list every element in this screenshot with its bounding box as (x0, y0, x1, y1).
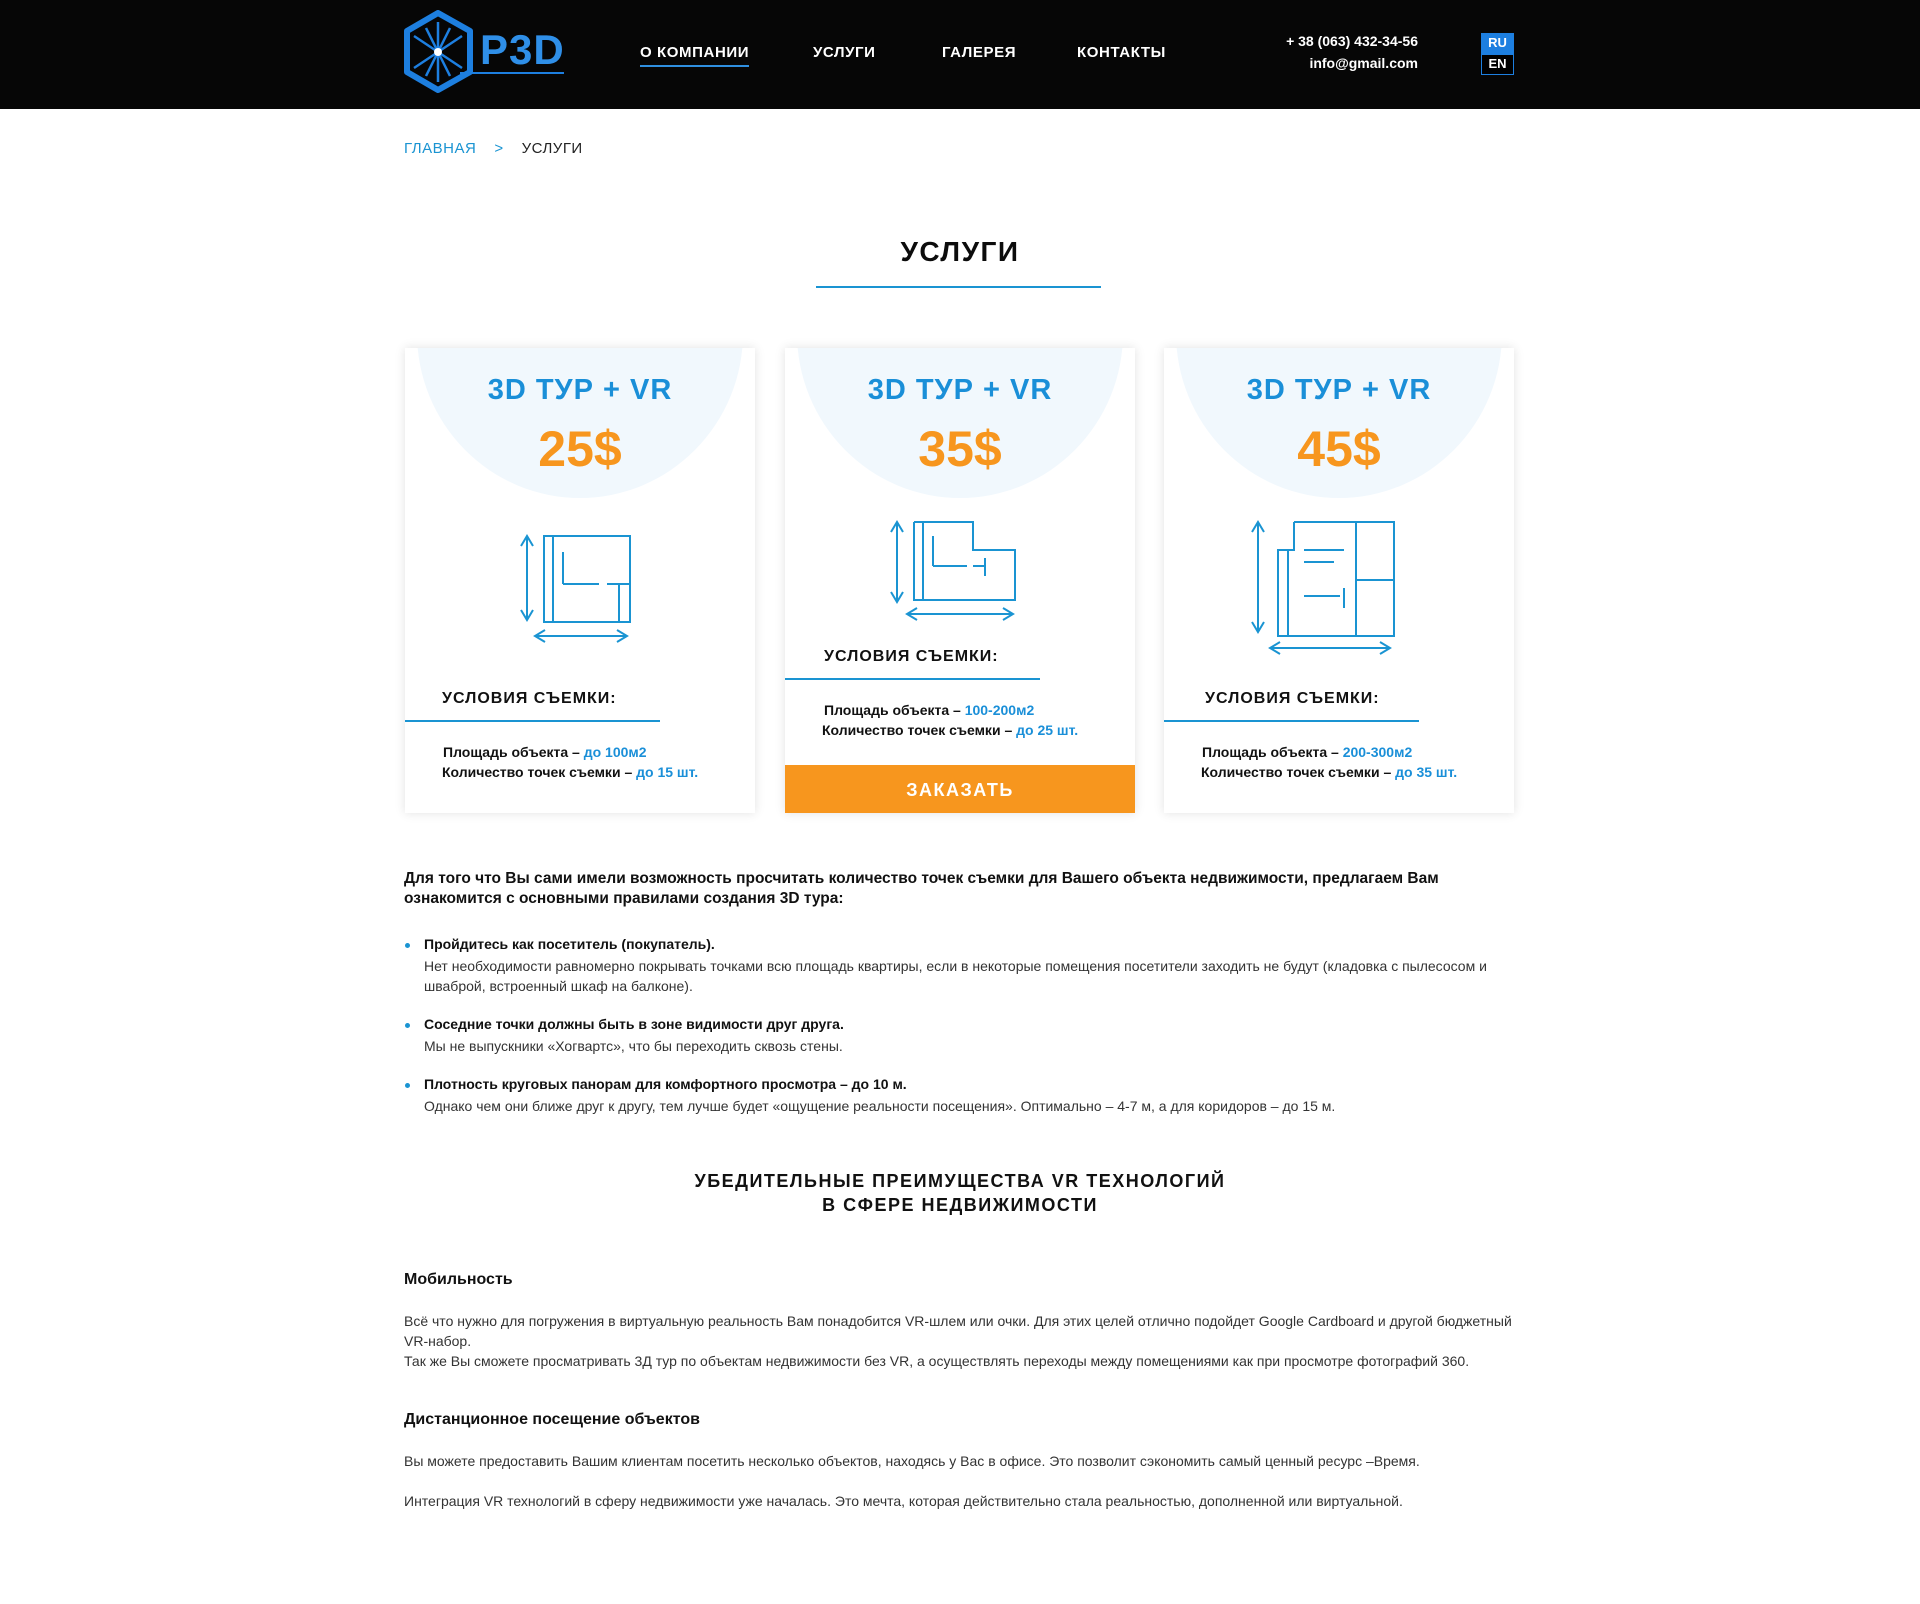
points-value: до 15 шт. (636, 764, 699, 780)
card-title: 3D ТУР + VR (1246, 374, 1432, 406)
bullet-dot (405, 1023, 410, 1028)
card-price: 25$ (538, 421, 622, 477)
points-value: до 35 шт. (1395, 764, 1458, 780)
area-row: Площадь объекта – до 100м2 (443, 744, 647, 760)
points-row: Количество точек съемки – до 35 шт. (1201, 764, 1457, 780)
pricing-card-standard: 3D ТУР + VR 35$ УСЛОВИЯ СЪЕМКИ: Площадь … (785, 348, 1135, 813)
breadcrumb-current: УСЛУГИ (521, 140, 583, 157)
section-paragraph: Так же Вы сможете просматривать 3Д тур п… (404, 1353, 1470, 1369)
rule-title: Пройдитесь как посетитель (покупатель). (424, 936, 715, 952)
intro-text: Для того что Вы сами имели возможность п… (404, 870, 1439, 907)
advantages-title-line2: В СФЕРЕ НЕДВИЖИМОСТИ (822, 1195, 1098, 1215)
area-value: 200-300м2 (1342, 744, 1413, 760)
page-title: УСЛУГИ (900, 236, 1020, 267)
area-label: Площадь объекта – (1202, 744, 1339, 760)
section-paragraph: Всё что нужно для погружения в виртуальн… (404, 1313, 1512, 1349)
breadcrumb-home[interactable]: ГЛАВНАЯ (404, 140, 476, 157)
nav-about[interactable]: О КОМПАНИИ (640, 44, 750, 67)
points-label: Количество точек съемки – (442, 764, 633, 780)
nav-contacts[interactable]: КОНТАКТЫ (1077, 44, 1166, 61)
card-title: 3D ТУР + VR (867, 374, 1053, 406)
card-price: 45$ (1297, 421, 1381, 477)
phone-number[interactable]: + 38 (063) 432-34-56 (1286, 33, 1418, 49)
email-address[interactable]: info@gmail.com (1309, 55, 1418, 71)
rule-text: Мы не выпускники «Хогвартс», что бы пере… (424, 1038, 843, 1054)
conditions-title: УСЛОВИЯ СЪЕМКИ: (824, 648, 999, 665)
rule-text: Нет необходимости равномерно покрывать т… (424, 958, 1487, 994)
points-label: Количество точек съемки – (1201, 764, 1392, 780)
area-label: Площадь объекта – (824, 702, 961, 718)
bullet-dot (405, 1083, 410, 1088)
points-value: до 25 шт. (1016, 722, 1079, 738)
conditions-underline (785, 678, 1040, 680)
breadcrumb-separator: > (494, 140, 504, 157)
advantages-title-line1: УБЕДИТЕЛЬНЫЕ ПРЕИМУЩЕСТВА VR ТЕХНОЛОГИЙ (694, 1171, 1226, 1191)
order-button[interactable]: ЗАКАЗАТЬ (785, 765, 1135, 813)
advantages-title: УБЕДИТЕЛЬНЫЕ ПРЕИМУЩЕСТВА VR ТЕХНОЛОГИЙ … (0, 1169, 1920, 1217)
floor-plan-small-icon (520, 534, 631, 643)
pricing-card-premium: 3D ТУР + VR 45$ УСЛОВИЯ СЪЕМКИ: Площадь … (1164, 348, 1514, 813)
card-price: 35$ (918, 421, 1002, 477)
pricing-card-basic: 3D ТУР + VR 25$ УСЛОВИЯ СЪЕМКИ: Площадь … (405, 348, 755, 813)
section-heading-remote-visit: Дистанционное посещение объектов (404, 1411, 700, 1428)
section-paragraph: Интеграция VR технологий в сферу недвижи… (404, 1493, 1403, 1509)
rule-text: Однако чем они ближе друг к другу, тем л… (424, 1098, 1336, 1114)
bullet-dot (405, 943, 410, 948)
lang-en-button[interactable]: EN (1481, 54, 1514, 75)
section-heading-mobility: Мобильность (404, 1271, 513, 1288)
area-row: Площадь объекта – 100-200м2 (824, 702, 1034, 718)
area-label: Площадь объекта – (443, 744, 580, 760)
conditions-underline (405, 720, 660, 722)
site-header: P3D О КОМПАНИИ УСЛУГИ ГАЛЕРЕЯ КОНТАКТЫ +… (0, 0, 1920, 109)
floor-plan-medium-icon (890, 520, 1016, 621)
points-row: Количество точек съемки – до 25 шт. (822, 722, 1078, 738)
lang-ru-button[interactable]: RU (1481, 33, 1514, 54)
title-underline (816, 286, 1101, 288)
rule-title: Соседние точки должны быть в зоне видимо… (424, 1016, 844, 1032)
logo-text: P3D (480, 26, 565, 73)
nav-services[interactable]: УСЛУГИ (813, 44, 876, 61)
section-paragraph: Вы можете предоставить Вашим клиентам по… (404, 1453, 1420, 1469)
conditions-underline (1164, 720, 1419, 722)
breadcrumb: ГЛАВНАЯ > УСЛУГИ (404, 140, 583, 157)
area-row: Площадь объекта – 200-300м2 (1202, 744, 1412, 760)
conditions-title: УСЛОВИЯ СЪЕМКИ: (442, 690, 617, 707)
conditions-title: УСЛОВИЯ СЪЕМКИ: (1205, 690, 1380, 707)
rule-title: Плотность круговых панорам для комфортно… (424, 1076, 907, 1092)
points-row: Количество точек съемки – до 15 шт. (442, 764, 698, 780)
floor-plan-large-icon (1251, 520, 1395, 655)
card-title: 3D ТУР + VR (487, 374, 673, 406)
nav-gallery[interactable]: ГАЛЕРЕЯ (942, 44, 1016, 61)
area-value: до 100м2 (583, 744, 647, 760)
points-label: Количество точек съемки – (822, 722, 1013, 738)
area-value: 100-200м2 (964, 702, 1035, 718)
